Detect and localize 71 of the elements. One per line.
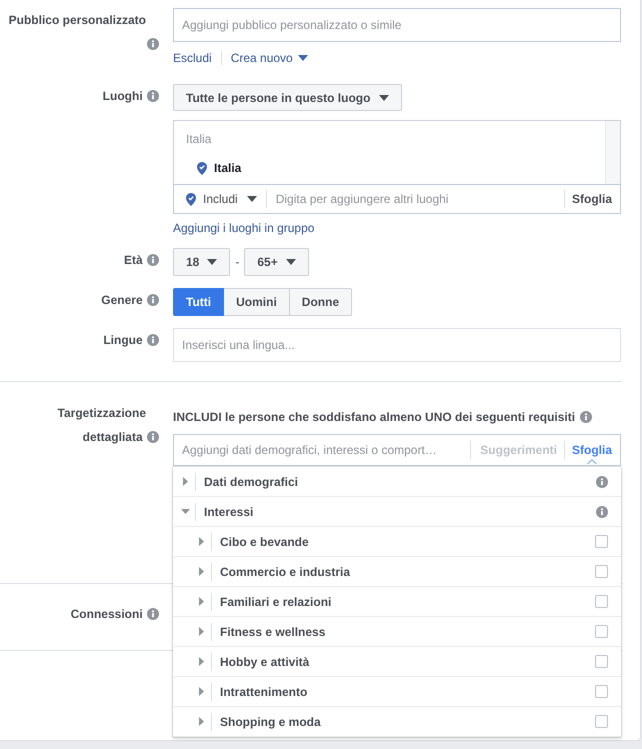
location-pin-icon <box>186 192 196 206</box>
location-search-field[interactable]: Includi Digita per aggiungere altri luoghi Sfoglia <box>173 184 621 214</box>
gender-option[interactable]: Donne <box>288 288 352 316</box>
field-label: Genere <box>101 293 143 307</box>
category-label[interactable]: Intrattenimento <box>220 684 595 698</box>
info-icon[interactable] <box>596 476 608 488</box>
targeting-heading: INCLUDI le persone che soddisfano almeno UNO dei seguenti requisiti <box>173 409 576 426</box>
category-label[interactable]: Interessi <box>204 504 596 518</box>
caret-right-icon[interactable] <box>199 567 204 576</box>
checkbox[interactable] <box>595 565 608 578</box>
field-label: Connessioni <box>70 607 143 621</box>
caret-right-icon[interactable] <box>199 537 204 546</box>
caret-icon <box>298 55 308 61</box>
category-label[interactable]: Shopping e moda <box>220 714 595 728</box>
search-mode-tab[interactable]: Sfoglia <box>572 435 612 465</box>
chevron-up-icon <box>586 459 597 464</box>
field-label: Età <box>124 253 143 267</box>
caret-right-icon[interactable] <box>199 657 204 666</box>
checkbox[interactable] <box>595 655 608 668</box>
location-pin-icon <box>197 162 207 174</box>
field-label: Pubblico personalizzato <box>8 13 146 27</box>
caret-down-icon[interactable] <box>181 509 190 514</box>
caret-icon <box>379 94 390 100</box>
gender-option[interactable]: Tutti <box>173 288 224 316</box>
age-max-dropdown[interactable]: 65+ <box>244 248 309 276</box>
caret-right-icon[interactable] <box>199 597 204 606</box>
info-icon[interactable] <box>147 294 159 306</box>
info-icon[interactable] <box>147 431 159 443</box>
scrollbar-track[interactable] <box>605 121 620 184</box>
category-label[interactable]: Familiari e relazioni <box>220 594 595 608</box>
field-label: Targetizzazione dettagliata <box>58 406 146 444</box>
text-link[interactable]: Escludi <box>173 50 212 66</box>
audience-mode-dropdown[interactable]: Tutte le persone in questo luogo <box>173 84 402 111</box>
info-icon[interactable] <box>147 90 159 102</box>
age-min-dropdown[interactable]: 18 <box>173 248 230 276</box>
checkbox[interactable] <box>595 715 608 728</box>
caret-right-icon[interactable] <box>183 477 188 486</box>
checkbox[interactable] <box>595 595 608 608</box>
targeting-search-field[interactable]: Aggiungi dati demografici, interessi o comport… Suggerimenti Sfoglia <box>173 434 621 466</box>
checkbox[interactable] <box>595 685 608 698</box>
field-label: Luoghi <box>102 89 143 103</box>
caret-icon <box>286 259 296 265</box>
info-icon[interactable] <box>147 608 159 620</box>
info-icon[interactable] <box>147 254 159 266</box>
gender-option[interactable]: Uomini <box>223 288 290 316</box>
info-icon[interactable] <box>596 506 608 518</box>
checkbox[interactable] <box>595 625 608 638</box>
category-label[interactable]: Dati demografici <box>204 474 596 488</box>
custom-audience-field[interactable]: Aggiungi pubblico personalizzato o simile <box>173 8 621 42</box>
include-dropdown[interactable]: Includi <box>186 192 257 206</box>
caret-icon <box>207 259 218 265</box>
caret-right-icon[interactable] <box>199 687 204 696</box>
browse-button[interactable]: Sfoglia <box>572 192 612 206</box>
checkbox[interactable] <box>595 535 608 548</box>
text-link[interactable]: Aggiungi i luoghi in gruppo <box>173 220 314 236</box>
category-label[interactable]: Cibo e bevande <box>220 534 595 548</box>
category-label[interactable]: Hobby e attività <box>220 654 595 668</box>
caret-right-icon[interactable] <box>199 717 204 726</box>
dropdown-link[interactable]: Crea nuovo <box>230 50 308 66</box>
selected-location: Italia <box>214 160 242 176</box>
age-separator: - <box>235 254 240 270</box>
info-icon[interactable] <box>147 38 159 50</box>
field-label: Lingue <box>103 333 143 347</box>
location-group-heading: Italia <box>186 131 212 147</box>
caret-icon <box>246 196 257 202</box>
info-icon[interactable] <box>580 411 592 423</box>
category-label[interactable]: Fitness e wellness <box>220 624 595 638</box>
info-icon[interactable] <box>147 334 159 346</box>
language-field[interactable]: Inserisci una lingua... <box>173 328 621 362</box>
caret-right-icon[interactable] <box>199 627 204 636</box>
category-label[interactable]: Commercio e industria <box>220 564 595 578</box>
